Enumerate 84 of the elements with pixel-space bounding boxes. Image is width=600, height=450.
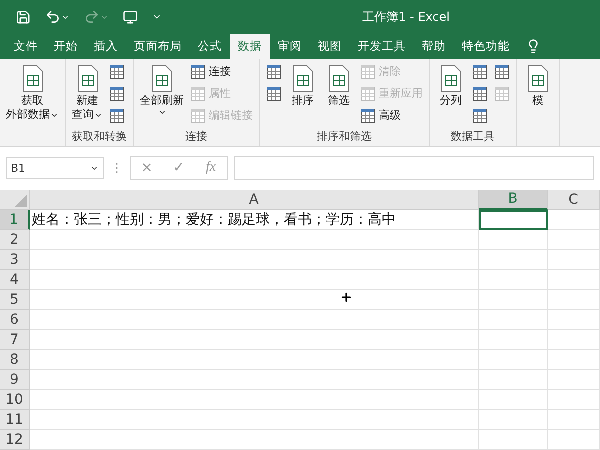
table-icon[interactable] <box>190 64 206 80</box>
save-icon[interactable] <box>16 10 31 25</box>
formula-field[interactable] <box>234 156 594 180</box>
column-header[interactable]: B <box>479 190 548 210</box>
row-header[interactable]: 1 <box>0 210 30 230</box>
ribbon-button[interactable]: 获取 外部数据 <box>6 62 59 122</box>
table-icon[interactable] <box>472 86 488 102</box>
empty-cell <box>479 350 548 370</box>
empty-cell <box>548 310 600 330</box>
ribbon-button[interactable]: 新建 查询 <box>72 62 103 122</box>
triangle-icon <box>15 195 27 207</box>
table-icon[interactable] <box>472 108 488 124</box>
group-label: 连接 <box>184 128 208 144</box>
ribbon-tab[interactable]: 页面布局 <box>126 34 190 60</box>
row-header[interactable]: 5 <box>0 290 30 310</box>
ribbon-tab[interactable]: 文件 <box>6 34 46 60</box>
table-icon[interactable] <box>266 86 282 102</box>
name-box[interactable]: B1 <box>6 157 104 180</box>
ribbon-button[interactable]: 高级 <box>360 106 423 126</box>
active-cell <box>479 210 548 230</box>
empty-cell <box>479 250 548 270</box>
table-icon[interactable] <box>109 86 125 102</box>
empty-cell <box>548 290 600 310</box>
empty-cell <box>548 210 600 230</box>
lightbulb-icon[interactable] <box>526 39 541 54</box>
empty-cell <box>479 410 548 430</box>
table-icon[interactable] <box>494 64 510 80</box>
empty-cell <box>479 330 548 350</box>
monitor-icon[interactable] <box>123 10 138 25</box>
ribbon-tab[interactable]: 公式 <box>190 34 230 60</box>
empty-cell <box>548 330 600 350</box>
group-label: 数据工具 <box>450 128 496 144</box>
table-icon[interactable] <box>109 64 125 80</box>
ribbon-button[interactable]: 模 <box>523 62 553 108</box>
ribbon-tab[interactable]: 插入 <box>86 34 126 60</box>
ribbon-tab[interactable]: 视图 <box>310 34 350 60</box>
table-icon[interactable] <box>472 64 488 80</box>
empty-cell <box>479 230 548 250</box>
empty-cell <box>479 310 548 330</box>
ribbon-button[interactable]: 排序 <box>288 62 318 108</box>
column-header[interactable]: A <box>30 190 479 210</box>
group-label: 排序和筛选 <box>316 128 373 144</box>
row-header[interactable]: 6 <box>0 310 30 330</box>
row-header[interactable]: 11 <box>0 410 30 430</box>
row-header[interactable]: 2 <box>0 230 30 250</box>
empty-cell <box>548 410 600 430</box>
empty-cell <box>479 430 548 450</box>
column-header[interactable]: C <box>548 190 600 210</box>
ribbon-tab[interactable]: 特色功能 <box>454 34 518 60</box>
row-header[interactable]: 3 <box>0 250 30 270</box>
empty-cell <box>548 250 600 270</box>
empty-cell <box>479 290 548 310</box>
ribbon-button[interactable]: 全部刷新 <box>140 62 184 118</box>
empty-cell <box>548 350 600 370</box>
empty-cell <box>548 430 600 450</box>
empty-cell <box>548 390 600 410</box>
window-title: 工作簿1 - Excel <box>362 8 450 26</box>
table-icon[interactable] <box>266 64 282 80</box>
ribbon-button[interactable]: 连接 <box>190 62 253 82</box>
ribbon-tab[interactable]: 数据 <box>230 34 270 60</box>
empty-cell <box>548 370 600 390</box>
ribbon-tab[interactable]: 审阅 <box>270 34 310 60</box>
ribbon-tab[interactable]: 开始 <box>46 34 86 60</box>
ribbon-tab[interactable]: 帮助 <box>414 34 454 60</box>
row-header[interactable]: 7 <box>0 330 30 350</box>
group-label: 获取和转换 <box>72 128 127 144</box>
undo-icon[interactable] <box>45 9 61 26</box>
empty-cell <box>479 270 548 290</box>
row-header[interactable]: 12 <box>0 430 30 450</box>
empty-cell <box>548 270 600 290</box>
empty-cell <box>479 370 548 390</box>
row-header[interactable]: 4 <box>0 270 30 290</box>
row-header[interactable]: 8 <box>0 350 30 370</box>
empty-cell <box>479 390 548 410</box>
cursor-icon <box>340 291 353 304</box>
ribbon-tab[interactable]: 开发工具 <box>350 34 414 60</box>
empty-cell <box>548 230 600 250</box>
table-cell: 姓名：张三；性别：男；爱好：踢足球，看书；学历：高中 <box>30 210 479 230</box>
row-header[interactable]: 10 <box>0 390 30 410</box>
table-icon[interactable] <box>360 108 376 124</box>
ribbon-button[interactable]: 分列 <box>436 62 466 108</box>
ribbon-button[interactable]: 筛选 <box>324 62 354 108</box>
table-icon[interactable] <box>109 108 125 124</box>
row-header[interactable]: 9 <box>0 370 30 390</box>
